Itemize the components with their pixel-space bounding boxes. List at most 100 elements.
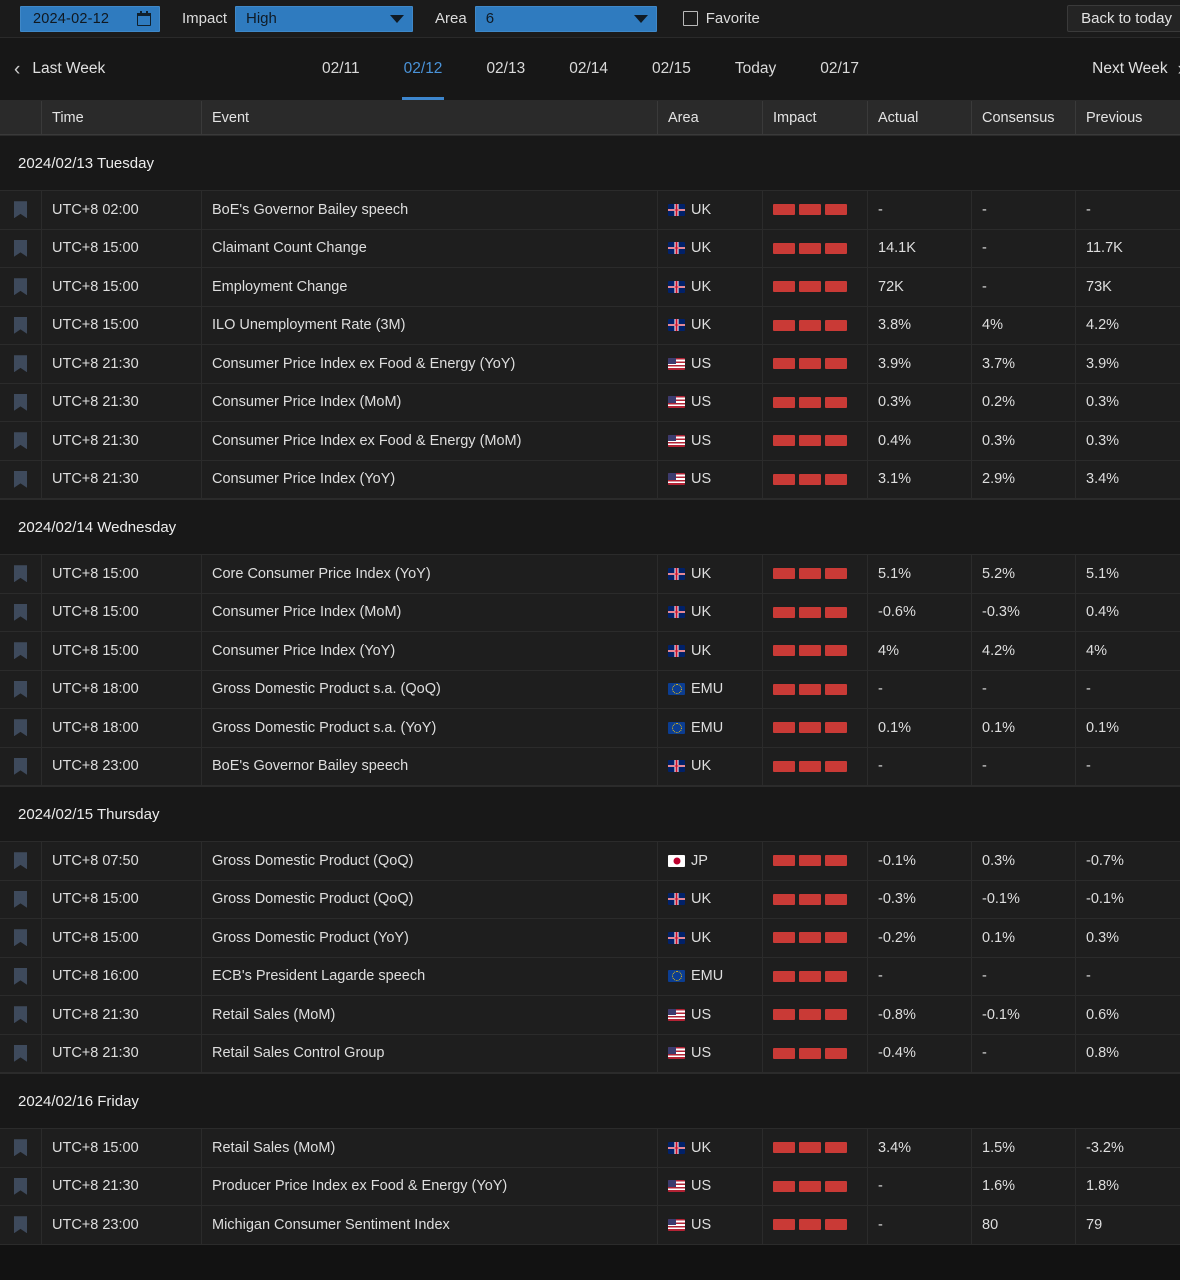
bookmark-icon[interactable]	[14, 1139, 27, 1156]
table-row[interactable]: UTC+8 15:00Retail Sales (MoM)UK3.4%1.5%-…	[0, 1129, 1180, 1168]
emu-flag-icon	[668, 722, 685, 734]
table-row[interactable]: UTC+8 21:30Consumer Price Index ex Food …	[0, 422, 1180, 461]
cell-time: UTC+8 21:30	[42, 461, 202, 499]
table-row[interactable]: UTC+8 21:30Retail Sales (MoM)US-0.8%-0.1…	[0, 996, 1180, 1035]
bookmark-cell[interactable]	[0, 307, 42, 345]
table-row[interactable]: UTC+8 23:00Michigan Consumer Sentiment I…	[0, 1206, 1180, 1245]
bookmark-cell[interactable]	[0, 384, 42, 422]
table-row[interactable]: UTC+8 15:00Core Consumer Price Index (Yo…	[0, 555, 1180, 594]
table-row[interactable]: UTC+8 15:00Employment ChangeUK72K-73K	[0, 268, 1180, 307]
table-row[interactable]: UTC+8 21:30Consumer Price Index ex Food …	[0, 345, 1180, 384]
bookmark-icon[interactable]	[14, 432, 27, 449]
table-row[interactable]: UTC+8 21:30Retail Sales Control GroupUS-…	[0, 1035, 1180, 1074]
impact-bar	[799, 568, 821, 579]
bookmark-icon[interactable]	[14, 240, 27, 257]
favorite-checkbox[interactable]	[683, 11, 698, 26]
bookmark-icon[interactable]	[14, 278, 27, 295]
area-label: US	[691, 1217, 711, 1233]
bookmark-icon[interactable]	[14, 758, 27, 775]
impact-rating-bars	[773, 397, 847, 408]
bookmark-cell[interactable]	[0, 632, 42, 670]
bookmark-icon[interactable]	[14, 891, 27, 908]
cell-previous: -	[1076, 748, 1180, 786]
chevron-down-icon	[390, 15, 404, 23]
table-row[interactable]: UTC+8 21:30Consumer Price Index (YoY)US3…	[0, 461, 1180, 500]
bookmark-cell[interactable]	[0, 1035, 42, 1073]
bookmark-icon[interactable]	[14, 1006, 27, 1023]
table-row[interactable]: UTC+8 15:00ILO Unemployment Rate (3M)UK3…	[0, 307, 1180, 346]
date-picker[interactable]: 2024-02-12	[20, 6, 160, 32]
day-tab-today[interactable]: Today	[713, 38, 798, 100]
day-tab-02-12[interactable]: 02/12	[382, 38, 465, 100]
bookmark-cell[interactable]	[0, 1206, 42, 1244]
bookmark-cell[interactable]	[0, 709, 42, 747]
table-row[interactable]: UTC+8 07:50Gross Domestic Product (QoQ)J…	[0, 842, 1180, 881]
table-row[interactable]: UTC+8 23:00BoE's Governor Bailey speechU…	[0, 748, 1180, 787]
next-week-button[interactable]: Next Week ›	[1092, 60, 1180, 79]
impact-rating-bars	[773, 684, 847, 695]
emu-flag-icon	[668, 970, 685, 982]
table-row[interactable]: UTC+8 02:00BoE's Governor Bailey speechU…	[0, 191, 1180, 230]
table-row[interactable]: UTC+8 15:00Gross Domestic Product (YoY)U…	[0, 919, 1180, 958]
bookmark-icon[interactable]	[14, 681, 27, 698]
bookmark-cell[interactable]	[0, 881, 42, 919]
bookmark-cell[interactable]	[0, 230, 42, 268]
bookmark-cell[interactable]	[0, 919, 42, 957]
bookmark-icon[interactable]	[14, 565, 27, 582]
bookmark-cell[interactable]	[0, 748, 42, 786]
bookmark-icon[interactable]	[14, 642, 27, 659]
cell-actual: -0.3%	[868, 881, 972, 919]
impact-bar	[825, 474, 847, 485]
day-tab-02-14[interactable]: 02/14	[547, 38, 630, 100]
table-row[interactable]: UTC+8 21:30Consumer Price Index (MoM)US0…	[0, 384, 1180, 423]
bookmark-cell[interactable]	[0, 842, 42, 880]
bookmark-icon[interactable]	[14, 1216, 27, 1233]
bookmark-cell[interactable]	[0, 671, 42, 709]
day-tab-02-11[interactable]: 02/11	[300, 38, 382, 100]
bookmark-icon[interactable]	[14, 317, 27, 334]
table-row[interactable]: UTC+8 15:00Claimant Count ChangeUK14.1K-…	[0, 230, 1180, 269]
impact-select[interactable]: High	[235, 6, 413, 32]
favorite-toggle[interactable]: Favorite	[683, 10, 760, 27]
cell-area: UK	[658, 594, 763, 632]
impact-bar	[825, 1181, 847, 1192]
last-week-button[interactable]: ‹ Last Week	[14, 60, 105, 79]
bookmark-cell[interactable]	[0, 996, 42, 1034]
bookmark-cell[interactable]	[0, 345, 42, 383]
bookmark-icon[interactable]	[14, 929, 27, 946]
bookmark-icon[interactable]	[14, 719, 27, 736]
bookmark-cell[interactable]	[0, 191, 42, 229]
bookmark-icon[interactable]	[14, 968, 27, 985]
bookmark-icon[interactable]	[14, 471, 27, 488]
bookmark-icon[interactable]	[14, 852, 27, 869]
bookmark-cell[interactable]	[0, 555, 42, 593]
day-tab-02-13[interactable]: 02/13	[464, 38, 547, 100]
table-row[interactable]: UTC+8 16:00ECB's President Lagarde speec…	[0, 958, 1180, 997]
bookmark-icon[interactable]	[14, 201, 27, 218]
bookmark-cell[interactable]	[0, 422, 42, 460]
bookmark-cell[interactable]	[0, 594, 42, 632]
impact-bar	[773, 320, 795, 331]
bookmark-icon[interactable]	[14, 355, 27, 372]
bookmark-cell[interactable]	[0, 1129, 42, 1167]
table-row[interactable]: UTC+8 15:00Gross Domestic Product (QoQ)U…	[0, 881, 1180, 920]
bookmark-icon[interactable]	[14, 394, 27, 411]
table-row[interactable]: UTC+8 21:30Producer Price Index ex Food …	[0, 1168, 1180, 1207]
day-tab-02-17[interactable]: 02/17	[798, 38, 881, 100]
table-row[interactable]: UTC+8 15:00Consumer Price Index (MoM)UK-…	[0, 594, 1180, 633]
table-row[interactable]: UTC+8 18:00Gross Domestic Product s.a. (…	[0, 709, 1180, 748]
bookmark-cell[interactable]	[0, 958, 42, 996]
bookmark-cell[interactable]	[0, 268, 42, 306]
bookmark-cell[interactable]	[0, 461, 42, 499]
table-row[interactable]: UTC+8 15:00Consumer Price Index (YoY)UK4…	[0, 632, 1180, 671]
bookmark-icon[interactable]	[14, 1178, 27, 1195]
back-to-today-button[interactable]: Back to today	[1067, 5, 1180, 32]
bookmark-icon[interactable]	[14, 1045, 27, 1062]
bookmark-icon[interactable]	[14, 604, 27, 621]
area-select[interactable]: 6	[475, 6, 657, 32]
table-row[interactable]: UTC+8 18:00Gross Domestic Product s.a. (…	[0, 671, 1180, 710]
cell-impact	[763, 709, 868, 747]
bookmark-cell[interactable]	[0, 1168, 42, 1206]
impact-bar	[825, 1219, 847, 1230]
day-tab-02-15[interactable]: 02/15	[630, 38, 713, 100]
